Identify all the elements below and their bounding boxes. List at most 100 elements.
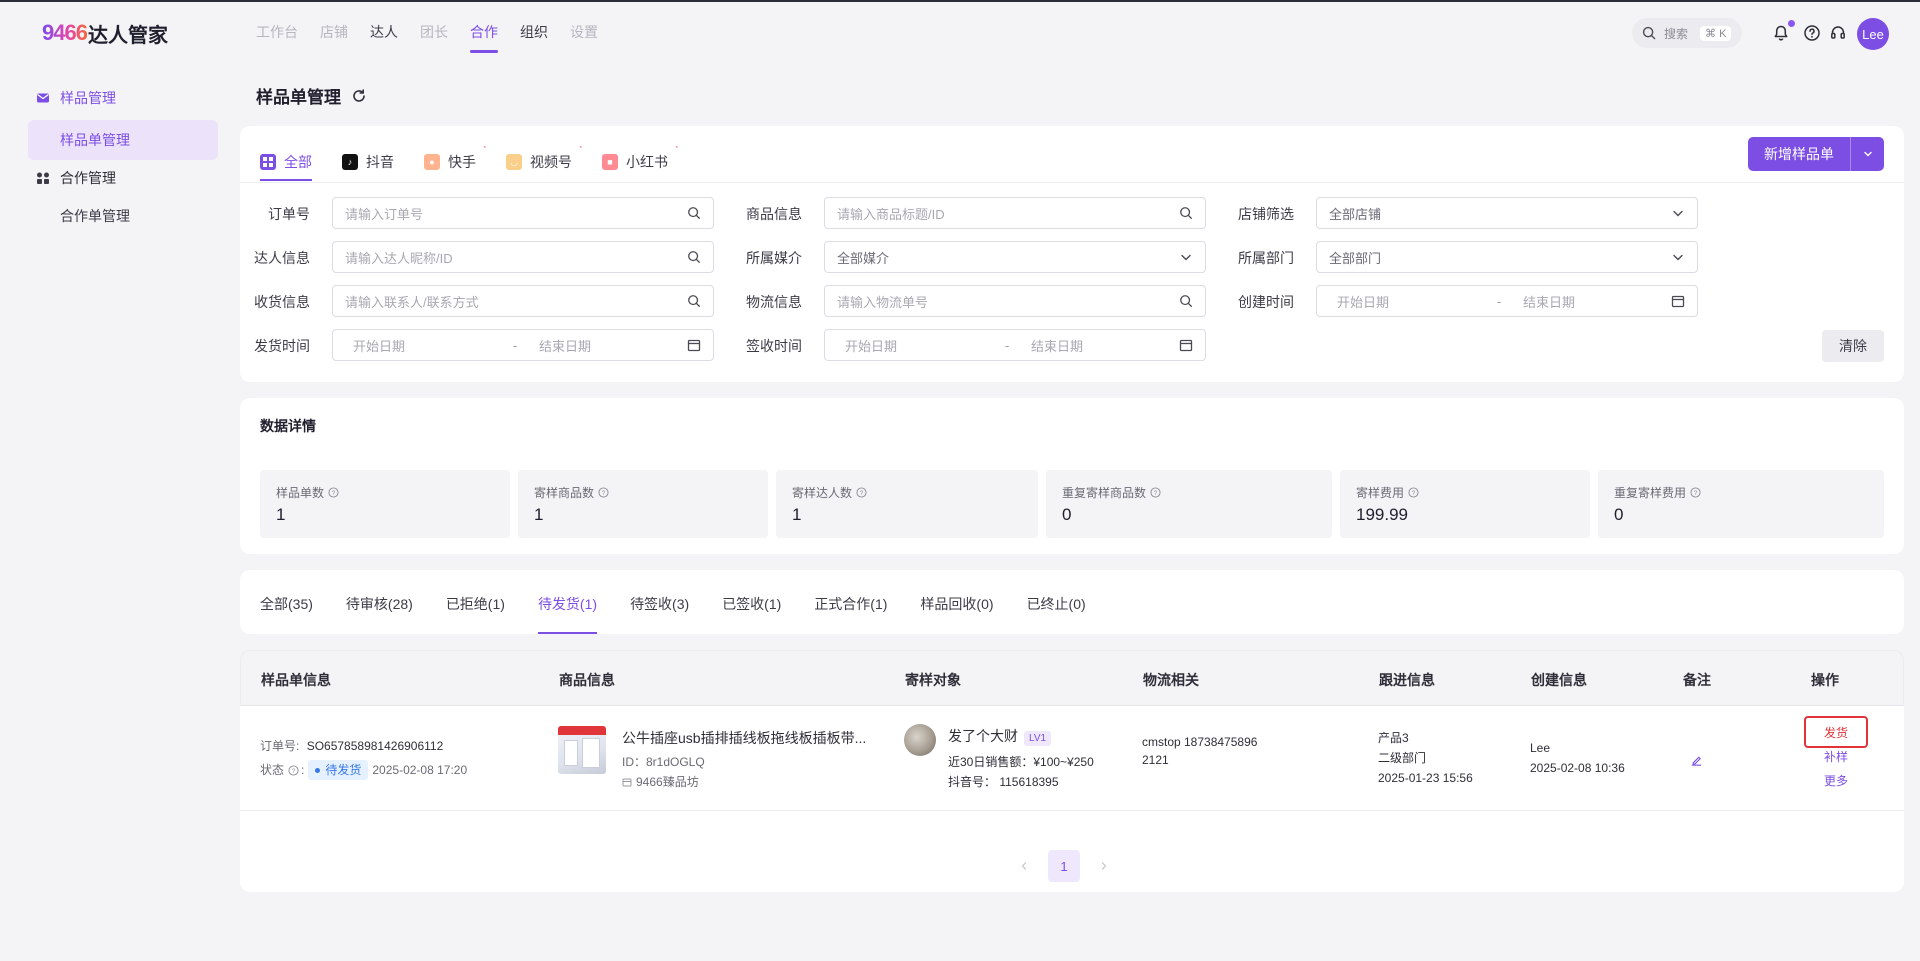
help-icon[interactable]: ? [1690, 487, 1701, 498]
help-icon[interactable]: ? [328, 487, 339, 498]
table-header: 样品单信息 商品信息 寄样对象 物流相关 跟进信息 创建信息 备注 操作 [240, 650, 1904, 706]
column-header: 备注 [1683, 672, 1711, 688]
kol-name[interactable]: 发了个大财 [948, 728, 1018, 744]
order-no-label: 订单号 [268, 206, 310, 222]
shop-select[interactable]: 全部店铺 [1316, 197, 1698, 229]
clear-filters-button[interactable]: 清除 [1822, 330, 1884, 362]
tab-platform-kuaishou[interactable]: ● 快手 ▪ [424, 144, 486, 180]
search-icon[interactable] [687, 250, 701, 264]
help-icon[interactable]: ? [1150, 487, 1161, 498]
status-tabs: 全部(35) 待审核(28) 已拒绝(1) 待发货(1) 待签收(3) 已签收(… [260, 594, 1086, 634]
help-icon[interactable]: ? [856, 487, 867, 498]
product-title[interactable]: 公牛插座usb插排插线板拖线板插板带... [622, 728, 882, 748]
tab-platform-xiaohongshu[interactable]: ■ 小红书 ▪ [602, 144, 678, 180]
stat-repeat-products: 重复寄样商品数? 0 [1046, 470, 1332, 538]
created-end[interactable]: 结束日期 [1509, 292, 1671, 311]
kol-placeholder: 请输入达人昵称/ID [345, 250, 453, 266]
page-number-current[interactable]: 1 [1048, 850, 1080, 882]
receiver-input[interactable]: 请输入联系人/联系方式 [332, 285, 714, 317]
user-avatar[interactable]: Lee [1857, 18, 1889, 50]
app-logo[interactable]: 9466 达人管家 [42, 20, 168, 47]
dept-value: 全部部门 [1329, 250, 1382, 266]
signed-start[interactable]: 开始日期 [837, 336, 997, 355]
status-tab-all[interactable]: 全部(35) [260, 594, 313, 634]
refresh-icon[interactable] [351, 88, 367, 104]
bell-icon[interactable] [1772, 24, 1790, 42]
logistics-input[interactable]: 请输入物流单号 [824, 285, 1206, 317]
headset-icon[interactable] [1829, 24, 1847, 42]
signed-time-range[interactable]: 开始日期 - 结束日期 [824, 329, 1206, 361]
help-icon[interactable]: ? [288, 764, 299, 776]
search-icon[interactable] [1179, 206, 1193, 220]
product-thumbnail[interactable] [558, 726, 606, 774]
ship-button[interactable]: 发货 [1806, 724, 1866, 741]
search-icon[interactable] [687, 206, 701, 220]
shop-icon [622, 778, 632, 787]
svg-text:?: ? [860, 490, 864, 497]
shipped-start[interactable]: 开始日期 [345, 336, 505, 355]
nav-kol[interactable]: 达人 [370, 22, 398, 56]
status-badge: 待发货 [308, 760, 369, 780]
column-header: 物流相关 [1143, 672, 1199, 688]
nav-workbench[interactable]: 工作台 [256, 22, 298, 56]
next-page-button[interactable] [1088, 850, 1120, 882]
nav-leader[interactable]: 团长 [420, 22, 448, 56]
status-tab-signed[interactable]: 已签收(1) [722, 594, 781, 634]
chevron-down-icon[interactable] [1851, 149, 1884, 159]
dept-select[interactable]: 全部部门 [1316, 241, 1698, 273]
signed-time-label: 签收时间 [746, 338, 802, 354]
nav-settings[interactable]: 设置 [570, 22, 598, 56]
media-select[interactable]: 全部媒介 [824, 241, 1206, 273]
created-time-range[interactable]: 开始日期 - 结束日期 [1316, 285, 1698, 317]
global-search[interactable]: 搜索 ⌘ K [1632, 18, 1742, 48]
help-icon[interactable]: ? [598, 487, 609, 498]
order-no-value[interactable]: SO657858981426906112 [307, 739, 444, 753]
shipped-end[interactable]: 结束日期 [525, 336, 687, 355]
edit-note-icon[interactable] [1690, 754, 1703, 767]
filter-card: 全部 ♪ 抖音 ● 快手 ▪ ◡ 视频号 ▪ ■ 小红书 ▪ 新增样品单 订单号 [240, 126, 1904, 382]
range-separator: - [1004, 337, 1010, 353]
status-tab-pending-review[interactable]: 待审核(28) [346, 594, 413, 634]
svg-text:?: ? [1412, 490, 1416, 497]
sidebar-item-coop-orders[interactable]: 合作单管理 [28, 196, 218, 236]
status-tab-pending-sign[interactable]: 待签收(3) [630, 594, 689, 634]
shipped-time-range[interactable]: 开始日期 - 结束日期 [332, 329, 714, 361]
sidebar-group-cooperation[interactable]: 合作管理 [28, 164, 218, 192]
status-tab-recycled[interactable]: 样品回收(0) [920, 594, 993, 634]
status-tab-rejected[interactable]: 已拒绝(1) [446, 594, 505, 634]
kol-sales: 近30日销售额：¥100~¥250 [948, 755, 1094, 769]
nav-cooperation[interactable]: 合作 [470, 22, 498, 56]
resend-sample-button[interactable]: 补样 [1806, 748, 1866, 765]
search-icon[interactable] [687, 294, 701, 308]
product-input[interactable]: 请输入商品标题/ID [824, 197, 1206, 229]
kol-avatar[interactable] [904, 724, 936, 756]
tab-platform-all[interactable]: 全部 [260, 144, 312, 181]
range-separator: - [512, 337, 518, 353]
order-no-input[interactable]: 请输入订单号 [332, 197, 714, 229]
created-start[interactable]: 开始日期 [1329, 292, 1489, 311]
sidebar-item-sample-orders[interactable]: 样品单管理 [28, 120, 218, 160]
nav-shop[interactable]: 店铺 [320, 22, 348, 56]
signed-end[interactable]: 结束日期 [1017, 336, 1179, 355]
status-tab-terminated[interactable]: 已终止(0) [1027, 594, 1086, 634]
status-tab-formal-coop[interactable]: 正式合作(1) [814, 594, 887, 634]
search-icon[interactable] [1179, 294, 1193, 308]
calendar-icon [1179, 339, 1193, 352]
status-tab-pending-shipment[interactable]: 待发货(1) [537, 594, 598, 634]
sidebar-group-sample[interactable]: 样品管理 [28, 84, 218, 112]
nav-organization[interactable]: 组织 [520, 22, 548, 56]
help-icon[interactable] [1803, 24, 1821, 42]
kol-input[interactable]: 请输入达人昵称/ID [332, 241, 714, 273]
more-actions-button[interactable]: 更多 [1806, 772, 1866, 789]
help-icon[interactable]: ? [1408, 487, 1419, 498]
status-cell: 状态 ? : 待发货 2025-02-08 17:20 [260, 760, 467, 780]
status-key: 状态 [260, 763, 285, 777]
shop-name-cell: 9466臻品坊 [622, 772, 699, 792]
add-sample-order-button[interactable]: 新增样品单 [1748, 137, 1884, 171]
created-time-label: 创建时间 [1238, 294, 1294, 310]
notification-dot [1788, 20, 1795, 27]
tab-platform-shipinhao[interactable]: ◡ 视频号 ▪ [506, 144, 582, 180]
created-time: 2025-02-08 10:36 [1530, 761, 1625, 775]
tab-platform-douyin[interactable]: ♪ 抖音 [342, 144, 394, 180]
prev-page-button[interactable] [1008, 850, 1040, 882]
